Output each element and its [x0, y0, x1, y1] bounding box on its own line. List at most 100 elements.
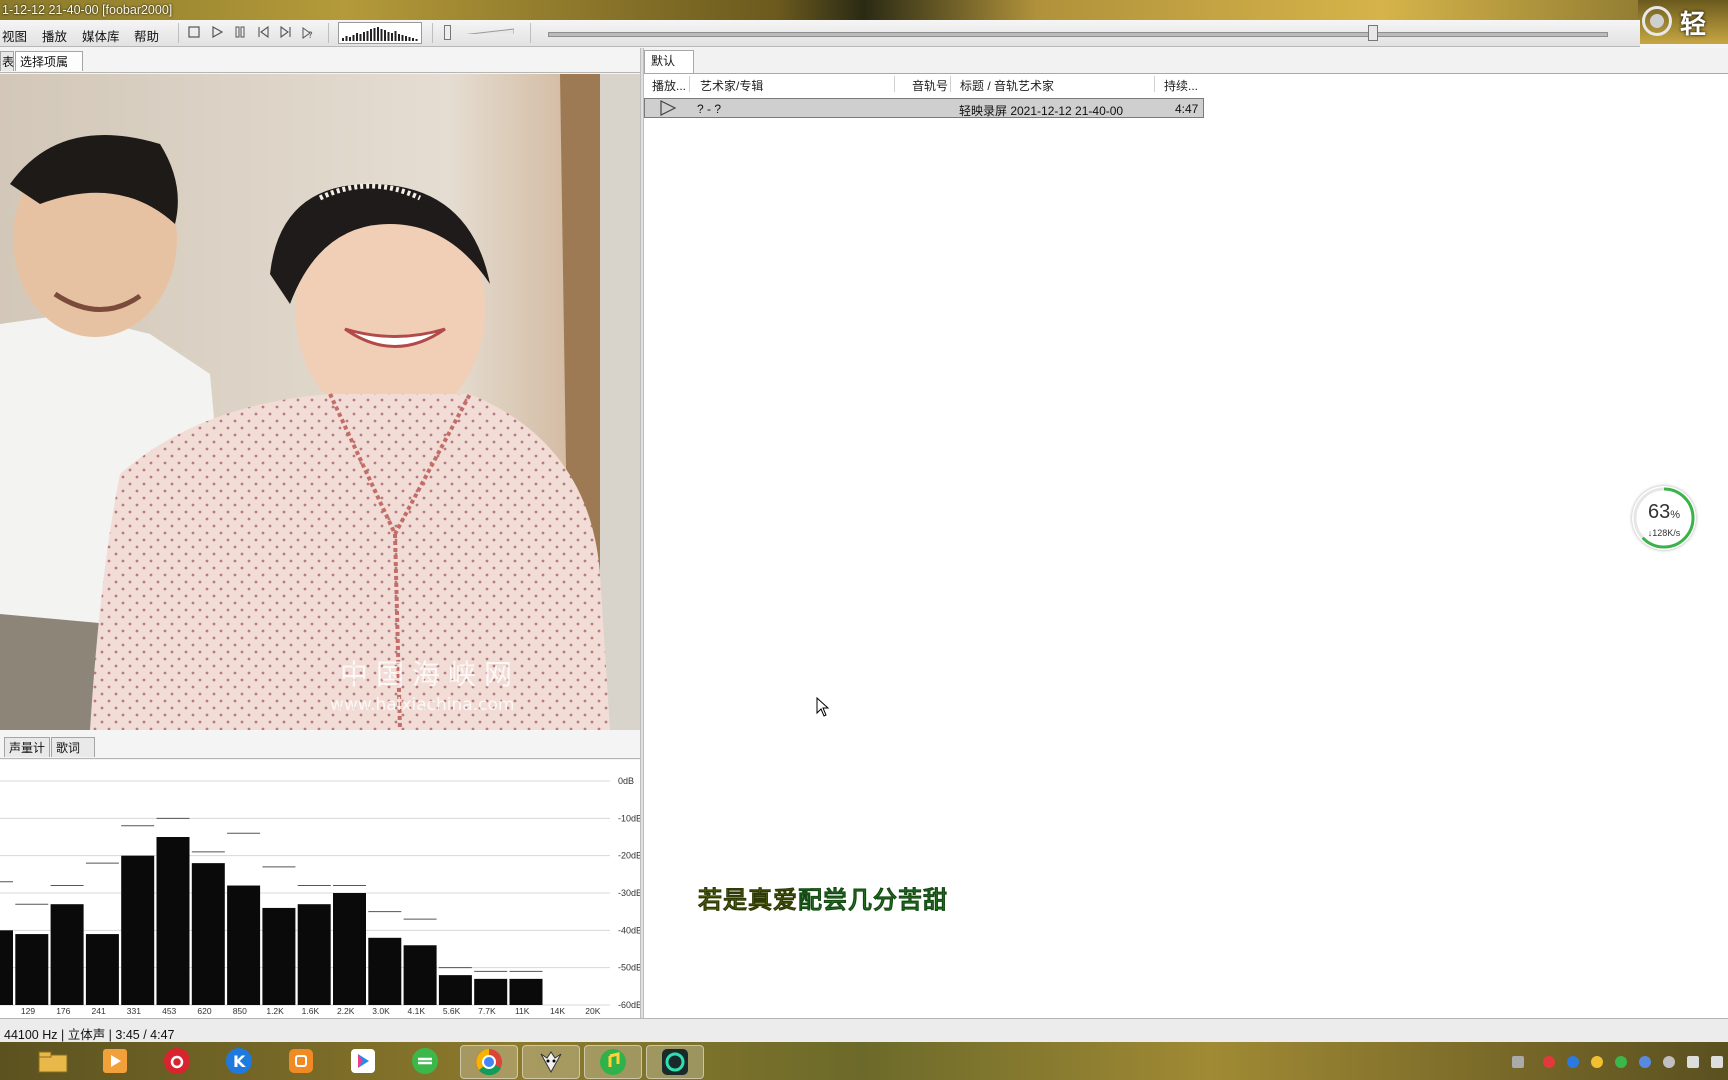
foobar-icon[interactable] — [522, 1045, 580, 1079]
toolbar-divider — [432, 23, 433, 43]
db-label: 0dB — [618, 776, 634, 786]
db-label: -20dB — [618, 851, 640, 861]
volume-slider[interactable] — [444, 28, 514, 34]
menu-view[interactable]: 视图 — [2, 26, 27, 45]
column-divider[interactable] — [1154, 76, 1155, 92]
spectrum-bar — [85, 934, 119, 1005]
orange-app-icon[interactable] — [282, 1045, 320, 1077]
spectrum-bar — [227, 885, 261, 1005]
left-tab-strip: 表 选择项属性 — [0, 50, 640, 89]
next-icon[interactable] — [278, 25, 294, 40]
mini-spectrum-bar — [398, 34, 400, 41]
brand-text: 轻 — [1680, 9, 1707, 39]
frequency-label: 1.2K — [266, 1006, 284, 1016]
screen-recorder-icon[interactable] — [646, 1045, 704, 1079]
volume-knob[interactable] — [444, 25, 451, 40]
mini-spectrum-bar — [394, 31, 397, 41]
visualisation-tab-strip: 声量计 歌词 — [0, 736, 640, 759]
db-label: -40dB — [618, 925, 640, 935]
frequency-label: 20K — [585, 1006, 600, 1016]
stop-icon[interactable] — [186, 26, 202, 40]
netease-music-icon[interactable] — [158, 1045, 196, 1077]
toolbar-divider — [328, 23, 329, 43]
db-label: -30dB — [618, 888, 640, 898]
mini-spectrum-bar — [387, 32, 390, 41]
mini-spectrum-bar — [380, 29, 383, 41]
keyboard-icon[interactable] — [1512, 1056, 1524, 1068]
column-artist-album[interactable]: 艺术家/专辑 — [700, 77, 763, 94]
column-duration[interactable]: 持续... — [1164, 77, 1198, 94]
tray-shield-icon[interactable] — [1639, 1056, 1651, 1068]
frequency-label: 620 — [197, 1006, 211, 1016]
mini-spectrum-bar — [363, 32, 365, 41]
svg-text:?: ? — [308, 31, 313, 40]
frequency-label: 176 — [56, 1006, 70, 1016]
lyric-line: 若是真爱配尝几分苦甜 — [698, 880, 948, 915]
green-app-icon[interactable] — [406, 1045, 444, 1077]
spectrum-bar — [509, 978, 543, 1005]
tray-mail-icon[interactable] — [1663, 1056, 1675, 1068]
play-icon[interactable] — [209, 25, 225, 40]
frequency-label: 14K — [550, 1006, 565, 1016]
spectrum-bar — [403, 945, 437, 1005]
tray-green-icon[interactable] — [1615, 1056, 1627, 1068]
spectrum-bar — [438, 975, 472, 1005]
spectrum-bar — [15, 934, 49, 1005]
tab-volume-meter[interactable]: 声量计 — [4, 737, 50, 757]
seek-knob[interactable] — [1368, 25, 1379, 41]
file-explorer-icon[interactable] — [34, 1045, 72, 1077]
seek-bar[interactable] — [548, 32, 1608, 37]
watermark-title: 中国海峡网 — [340, 658, 520, 691]
record-indicator-icon[interactable] — [1642, 6, 1672, 36]
lyric-sung: 若是真爱 — [698, 887, 798, 915]
previous-icon[interactable] — [255, 25, 271, 40]
pause-icon[interactable] — [232, 26, 248, 40]
lyric-unsung: 配尝几分苦甜 — [798, 887, 948, 915]
mini-spectrum-bar — [373, 28, 376, 41]
column-divider[interactable] — [689, 76, 690, 92]
frequency-label: 453 — [162, 1006, 176, 1016]
menu-playback[interactable]: 播放 — [42, 26, 67, 45]
menu-library[interactable]: 媒体库 — [82, 26, 120, 45]
column-playing[interactable]: 播放... — [652, 77, 686, 94]
network-speed-widget[interactable]: 63% ↓128K/s — [1632, 486, 1696, 550]
play-triangle-icon — [659, 100, 677, 119]
window-title: 1-12-12 21-40-00 [foobar2000] — [2, 3, 173, 17]
column-track-number[interactable]: 音轨号 — [912, 77, 948, 94]
mini-spectrum-bar — [405, 36, 407, 41]
speaker-icon[interactable] — [1711, 1056, 1723, 1068]
music-app-icon[interactable] — [584, 1045, 642, 1079]
tab-lyrics[interactable]: 歌词 — [51, 737, 95, 757]
network-icon[interactable] — [1687, 1056, 1699, 1068]
taskbar: K — [0, 1042, 1728, 1080]
tab-selection-properties[interactable]: 选择项属性 — [15, 51, 83, 89]
playlist-row[interactable]: ? - ? 轻映录屏 2021-12-12 21-40-00 4:47 — [644, 98, 1204, 118]
chrome-icon[interactable] — [460, 1045, 518, 1079]
recorder-brand: 轻 — [1638, 0, 1728, 44]
mini-spectrum-bar — [384, 30, 386, 41]
tab-playlist[interactable]: 表 — [0, 51, 14, 71]
column-divider[interactable] — [950, 76, 951, 92]
column-title-track-artist[interactable]: 标题 / 音轨艺术家 — [960, 77, 1054, 94]
frequency-label: 2.2K — [337, 1006, 355, 1016]
watermark-url: www.haixiachina.com — [330, 695, 514, 715]
random-icon[interactable]: ? — [301, 26, 317, 41]
tray-red-icon[interactable] — [1543, 1056, 1555, 1068]
row-duration: 4:47 — [1175, 102, 1199, 116]
frequency-label: 3.0K — [372, 1006, 390, 1016]
album-art: 中国海峡网 www.haixiachina.com — [0, 74, 640, 730]
spectrum-bar — [262, 907, 296, 1005]
tray-yellow-icon[interactable] — [1591, 1056, 1603, 1068]
toolbar-divider — [178, 23, 179, 43]
youku-icon[interactable] — [344, 1045, 382, 1077]
spectrum-bar — [156, 837, 190, 1005]
toolbar-divider — [530, 23, 531, 43]
column-divider[interactable] — [894, 76, 895, 92]
frequency-label: 1.6K — [302, 1006, 320, 1016]
tray-k-icon[interactable] — [1567, 1056, 1579, 1068]
menu-help[interactable]: 帮助 — [134, 26, 159, 45]
tab-default-playlist[interactable]: 默认 — [644, 50, 694, 73]
spectrum-bar — [50, 904, 84, 1005]
media-player-icon[interactable] — [96, 1045, 134, 1077]
kugou-icon[interactable]: K — [220, 1045, 258, 1077]
